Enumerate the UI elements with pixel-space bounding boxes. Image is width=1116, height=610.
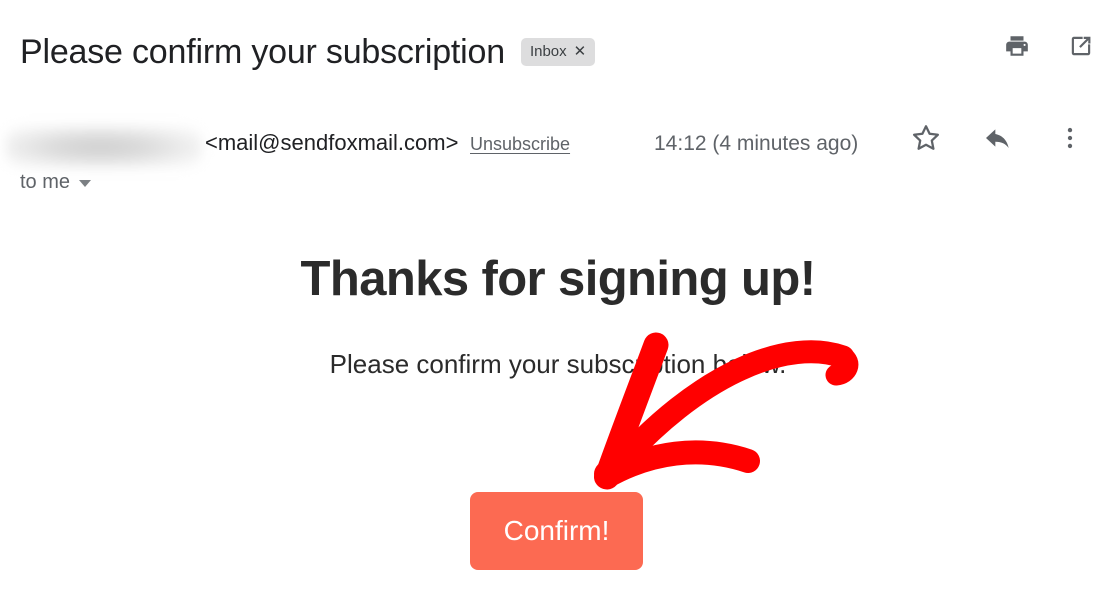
sender-info-row: <mail@sendfoxmail.com> Unsubscribe 14:12… [0,122,1116,172]
body-paragraph: Please confirm your subscription below. [329,348,787,379]
label-chip-inbox[interactable]: Inbox ✕ [520,38,596,66]
email-subject-header: Please confirm your subscription Inbox ✕ [0,0,1116,104]
email-message-body: Thanks for signing up! Please confirm yo… [0,215,1116,610]
recipient-dropdown[interactable]: to me [20,171,92,193]
message-timestamp: 14:12 (4 minutes ago) [654,132,859,155]
page-title: Please confirm your subscription [20,33,505,71]
more-icon[interactable] [1054,122,1086,154]
recipient-label: to me [20,171,71,193]
body-heading: Thanks for signing up! [300,252,816,306]
unsubscribe-link[interactable]: Unsubscribe [470,135,570,153]
confirm-button[interactable]: Confirm! [470,492,643,570]
header-action-bar [1004,33,1094,59]
print-icon[interactable] [1004,33,1030,59]
open-in-new-icon[interactable] [1068,33,1094,59]
message-action-bar [910,122,1086,154]
label-chip-label: Inbox [529,43,567,60]
sender-name-redacted [6,126,202,168]
reply-icon[interactable] [982,122,1014,154]
sender-email-address: <mail@sendfoxmail.com> [205,130,459,155]
chevron-down-icon[interactable] [79,180,92,187]
star-icon[interactable] [910,122,942,154]
close-icon[interactable]: ✕ [574,42,587,61]
